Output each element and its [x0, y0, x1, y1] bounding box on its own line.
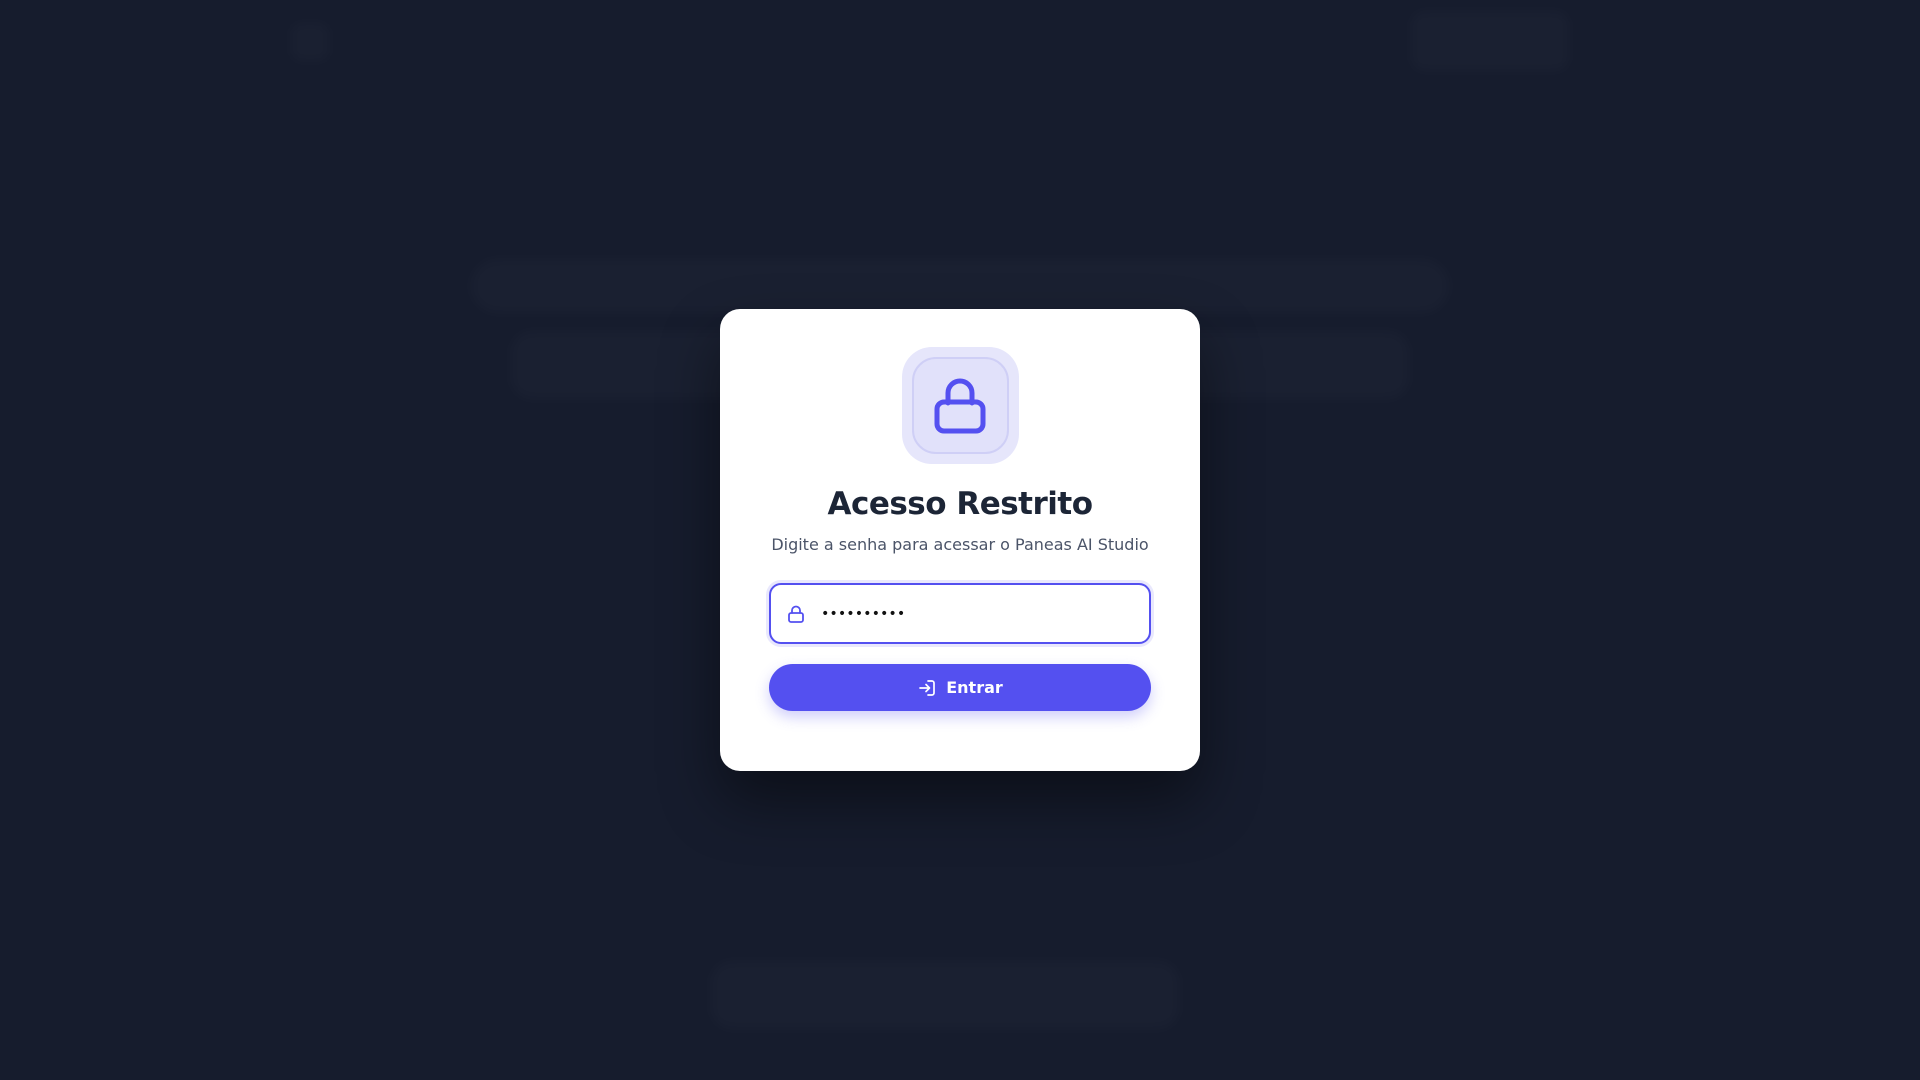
blurred-background-element — [1410, 10, 1570, 72]
lock-badge — [901, 347, 1019, 464]
blurred-background-element — [710, 960, 1180, 1030]
password-input[interactable] — [819, 604, 1123, 623]
page-title: Acesso Restrito — [827, 486, 1093, 522]
lock-icon — [785, 603, 807, 625]
password-field[interactable] — [769, 583, 1151, 644]
submit-button[interactable]: Entrar — [769, 664, 1151, 711]
lock-badge-inner — [911, 357, 1009, 454]
blurred-background-element — [290, 22, 330, 62]
login-dialog: Acesso Restrito Digite a senha para aces… — [720, 309, 1200, 771]
blurred-background-element — [470, 258, 1450, 314]
lock-icon — [934, 378, 986, 433]
login-icon — [917, 678, 937, 698]
submit-button-label: Entrar — [946, 678, 1003, 697]
page-subtitle: Digite a senha para acessar o Paneas AI … — [771, 535, 1149, 554]
